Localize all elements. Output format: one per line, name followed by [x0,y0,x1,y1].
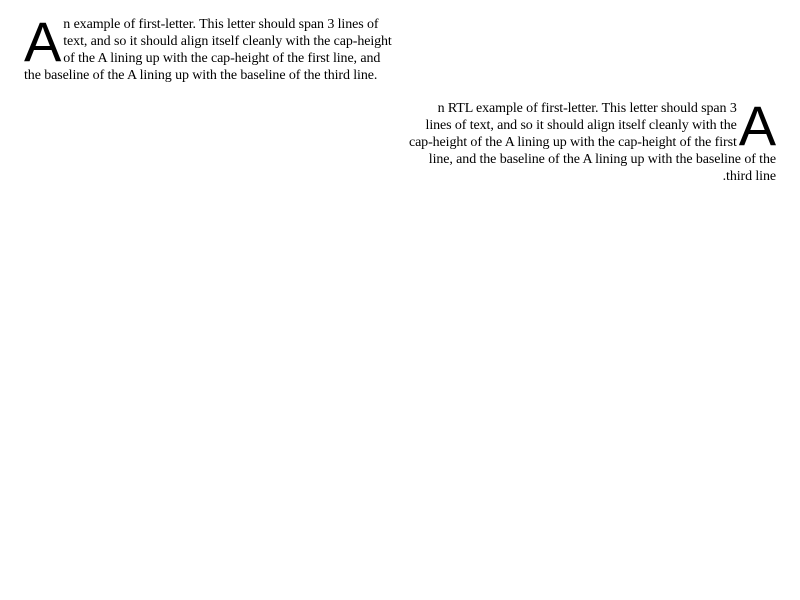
ltr-drop-cap-letter: A [24,10,62,73]
rtl-drop-cap-letter: A [738,94,776,157]
rtl-paragraph-line: lines of text, and so it should align it… [425,118,737,133]
ltr-paragraph-line: text, and so it should align itself clea… [63,34,392,49]
page: { "ltr_example": { "drop_letter": "A", "… [0,0,800,600]
ltr-paragraph-line: n example of first-letter. This letter s… [63,17,379,32]
ltr-paragraph-line: the baseline of the A lining up with the… [24,68,378,83]
rtl-paragraph-line: n RTL example of first-letter. This lett… [437,101,737,116]
rtl-first-letter-paragraph: A n RTL example of first-letter. This le… [376,94,776,185]
ltr-first-letter-paragraph: A n example of first-letter. This letter… [24,10,424,84]
rtl-paragraph-line: line, and the baseline of the A lining u… [428,152,776,167]
rtl-paragraph-line: cap-height of the A lining up with the c… [408,135,737,150]
ltr-paragraph-line: of the A lining up with the cap-height o… [63,51,381,66]
rtl-paragraph-line: .third line [722,169,776,184]
